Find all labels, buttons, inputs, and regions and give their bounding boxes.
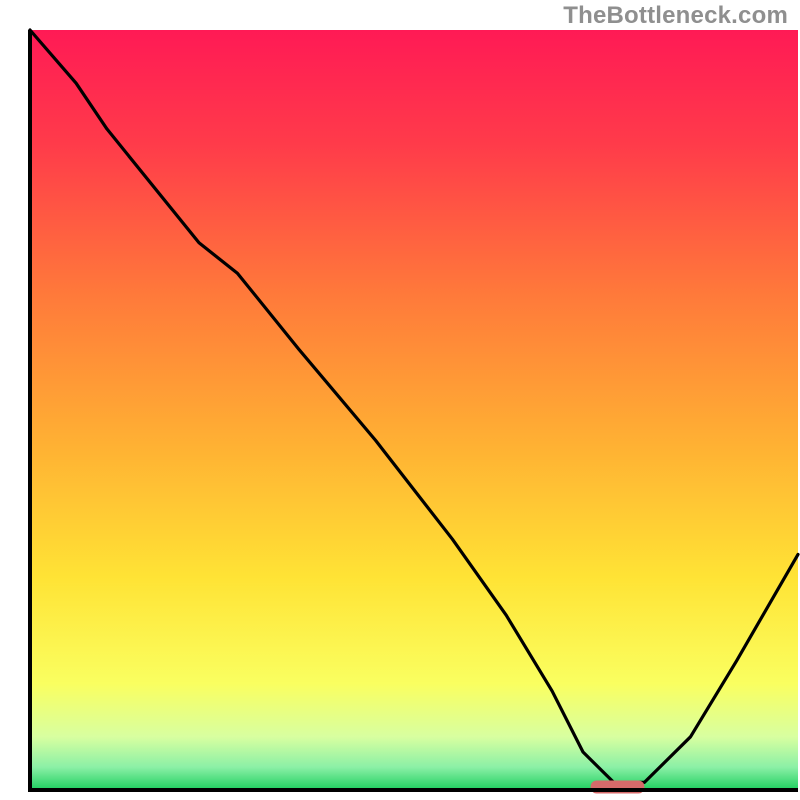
watermark-label: TheBottleneck.com (563, 2, 788, 30)
bottleneck-chart (0, 0, 800, 800)
chart-container: TheBottleneck.com (0, 0, 800, 800)
plot-background (30, 30, 798, 790)
